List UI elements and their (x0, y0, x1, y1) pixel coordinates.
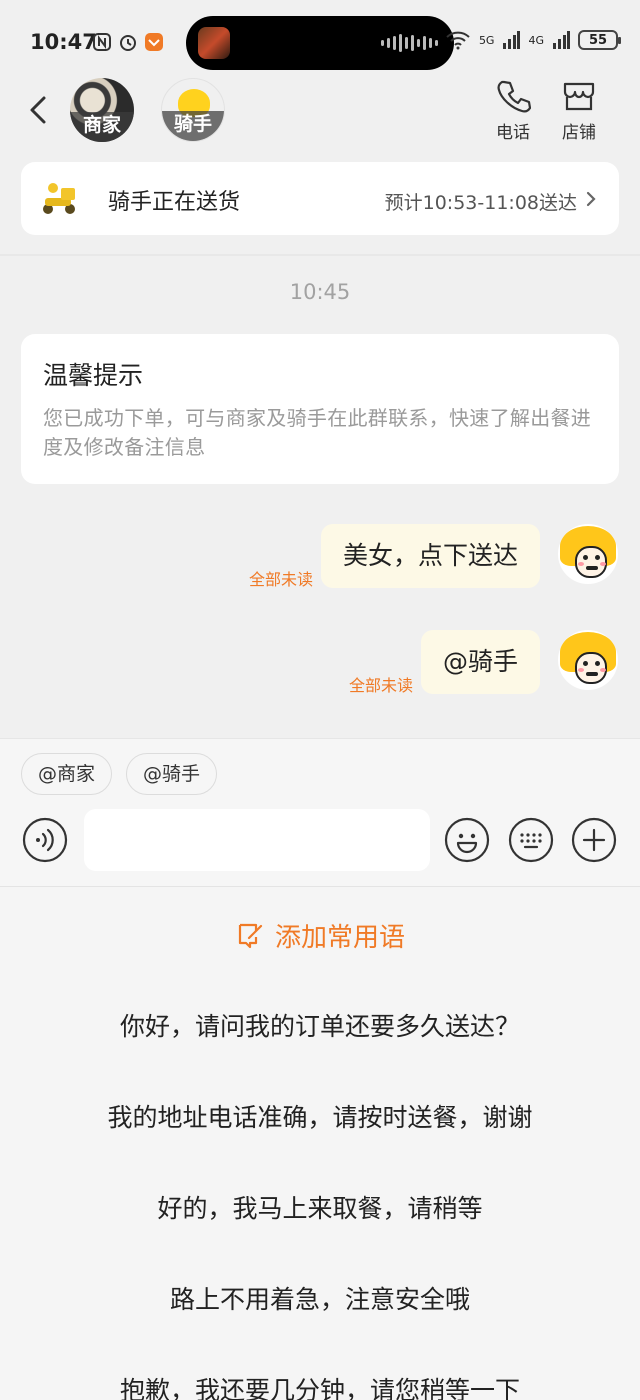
media-thumbnail (198, 27, 230, 59)
status-icons-left (92, 32, 164, 52)
edit-icon (238, 923, 263, 948)
back-arrow-icon[interactable] (26, 92, 54, 128)
status-bar: 10:47 5G 4G 55 (0, 0, 640, 84)
phrase-item[interactable]: 我的地址电话准确，请按时送餐，谢谢 (0, 1098, 640, 1134)
input-area: @商家 @骑手 (0, 738, 640, 886)
read-status: 全部未读 (248, 570, 313, 589)
phone-icon (497, 80, 531, 113)
read-status: 全部未读 (348, 676, 413, 695)
plus-icon[interactable] (571, 817, 617, 863)
voice-icon[interactable] (22, 817, 68, 863)
chat-header: 商家 骑手 电话 店铺 (0, 76, 640, 148)
chat-message: 全部未读 @骑手 (348, 630, 618, 695)
chevron-right-icon (586, 191, 596, 207)
wifi-icon (446, 31, 470, 50)
rider-avatar-small[interactable] (558, 630, 618, 690)
chat-timestamp: 10:45 (289, 280, 351, 304)
divider (0, 254, 640, 256)
keyboard-icon[interactable] (508, 817, 554, 863)
phrase-item[interactable]: 路上不用着急，注意安全哦 (0, 1280, 640, 1316)
shop-avatar[interactable]: 商家 (70, 78, 134, 142)
signal-icon (503, 31, 521, 49)
store-label: 店铺 (562, 123, 596, 143)
alarm-icon (120, 35, 136, 51)
battery-indicator: 55 (578, 30, 621, 50)
app-badge-icon (145, 33, 163, 51)
store-icon (563, 82, 595, 111)
shop-avatar-label: 商家 (70, 112, 134, 142)
phrase-item[interactable]: 好的，我马上来取餐，请稍等 (0, 1189, 640, 1225)
notice-card: 温馨提示 您已成功下单，可与商家及骑手在此群联系，快速了解出餐进度及修改备注信息 (21, 334, 619, 484)
add-phrase-button[interactable]: 添加常用语 (0, 917, 640, 954)
delivery-status-title: 骑手正在送货 (108, 190, 241, 215)
notice-body: 您已成功下单，可与商家及骑手在此群联系，快速了解出餐进度及修改备注信息 (43, 406, 592, 459)
message-bubble[interactable]: 美女，点下送达 (320, 524, 540, 588)
rider-avatar-small[interactable] (558, 524, 618, 584)
message-bubble[interactable]: @骑手 (420, 630, 540, 694)
quick-phrases-panel: 添加常用语 你好，请问我的订单还要多久送达？ 我的地址电话准确，请按时送餐，谢谢… (0, 886, 640, 1400)
rider-avatar[interactable]: 骑手 (161, 78, 225, 142)
signal-icon (553, 31, 570, 49)
status-time: 10:47 (30, 30, 97, 54)
phrase-item[interactable]: 抱歉，我还要几分钟，请您稍等一下 (0, 1371, 640, 1400)
phrase-item[interactable]: 你好，请问我的订单还要多久送达？ (0, 1007, 640, 1043)
notice-title: 温馨提示 (43, 361, 144, 390)
scooter-icon (43, 183, 75, 214)
add-phrase-label: 添加常用语 (274, 923, 405, 953)
mention-chips: @商家 @骑手 (21, 753, 218, 795)
network-5g-label: 5G (478, 33, 495, 47)
chat-message: 全部未读 美女，点下送达 (248, 524, 618, 589)
delivery-status-card[interactable]: 骑手正在送货 预计10:53-11:08送达 (21, 162, 619, 235)
phone-button[interactable]: 电话 (483, 78, 543, 143)
dynamic-island[interactable] (186, 16, 454, 70)
mention-chip-rider[interactable]: @骑手 (126, 753, 218, 795)
audio-wave-icon (381, 34, 438, 52)
store-button[interactable]: 店铺 (549, 78, 609, 143)
delivery-eta: 预计10:53-11:08送达 (384, 192, 577, 214)
status-icons-right: 5G 4G 55 (445, 30, 621, 50)
nfc-icon (93, 33, 111, 51)
message-input[interactable] (84, 809, 430, 871)
mention-chip-shop[interactable]: @商家 (21, 753, 113, 795)
network-4g-label: 4G (528, 33, 544, 47)
emoji-icon[interactable] (444, 817, 490, 863)
phone-label: 电话 (496, 123, 530, 143)
rider-avatar-label: 骑手 (162, 111, 224, 141)
